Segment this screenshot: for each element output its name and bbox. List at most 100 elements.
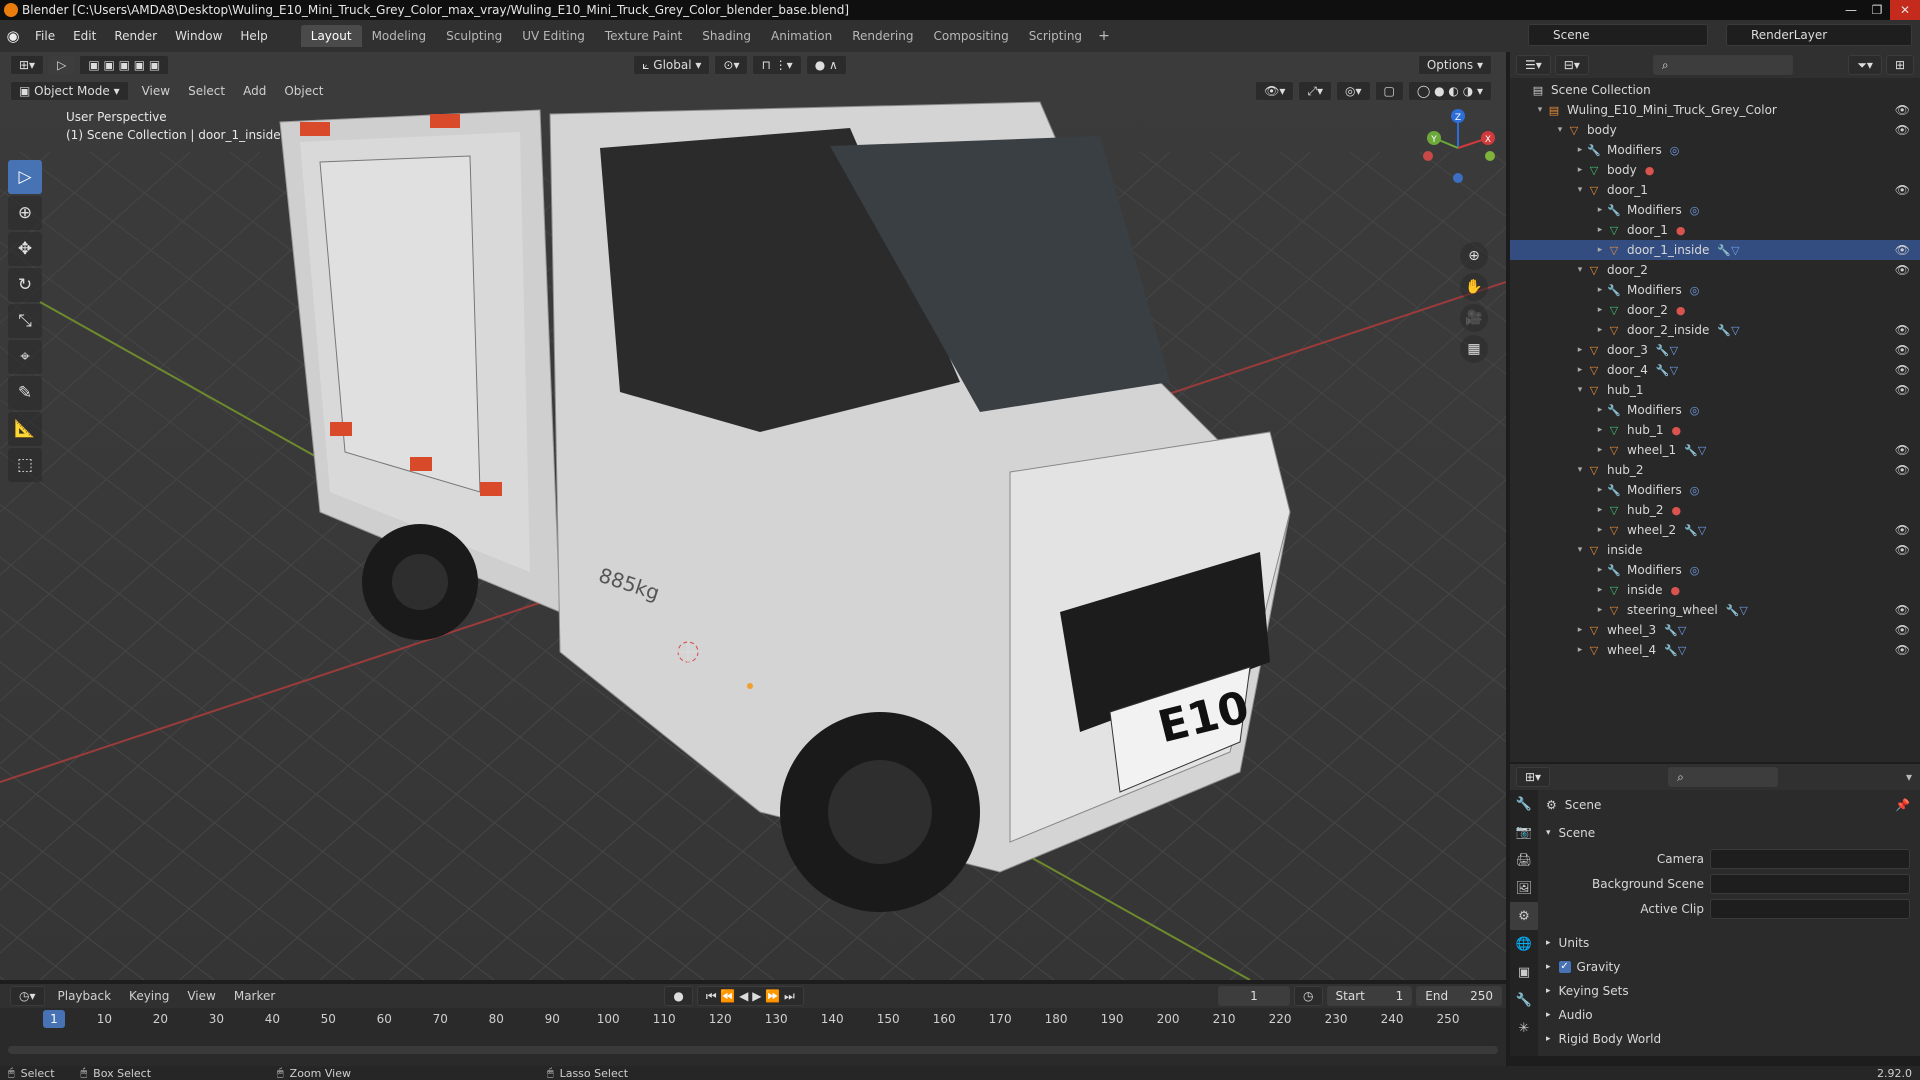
viewport-menu-add[interactable]: Add [234, 81, 275, 101]
options-button[interactable]: Options ▾ [1417, 55, 1492, 75]
expand-icon[interactable]: ▸ [1594, 225, 1606, 235]
outliner-row[interactable]: ▸ ▽ door_1 ● [1510, 220, 1920, 240]
outliner-row[interactable]: ▸ ▽ hub_2 ● [1510, 500, 1920, 520]
visibility-button[interactable]: 👁▾ [1255, 81, 1295, 101]
expand-icon[interactable]: ▸ [1594, 565, 1606, 575]
transform-tool[interactable]: ⌖ [8, 340, 42, 374]
timeline-menu-playback[interactable]: Playback [49, 986, 121, 1006]
visibility-eye-icon[interactable]: 👁 [1895, 363, 1910, 377]
visibility-eye-icon[interactable]: 👁 [1895, 383, 1910, 397]
expand-icon[interactable]: ▸ [1594, 325, 1606, 335]
start-frame-field[interactable]: Start 1 [1326, 986, 1413, 1006]
mode-selector[interactable]: ▣ Object Mode ▾ [10, 81, 129, 101]
outliner-row[interactable]: ▾ ▽ inside 👁 [1510, 540, 1920, 560]
visibility-eye-icon[interactable]: 👁 [1895, 523, 1910, 537]
expand-icon[interactable]: ▸ [1594, 425, 1606, 435]
outliner-row[interactable]: ▾ ▤ Wuling_E10_Mini_Truck_Grey_Color 👁 [1510, 100, 1920, 120]
editor-type-button[interactable]: ⊞▾ [10, 55, 45, 75]
outliner-row[interactable]: ▸ ▽ wheel_1 🔧▽ 👁 [1510, 440, 1920, 460]
timeline-menu-keying[interactable]: Keying [120, 986, 178, 1006]
collapse-icon[interactable]: ▾ [1574, 465, 1586, 475]
outliner-row[interactable]: ▾ ▽ door_2 👁 [1510, 260, 1920, 280]
outliner-display-mode[interactable]: ⊟▾ [1554, 55, 1589, 75]
expand-icon[interactable]: ▸ [1574, 365, 1586, 375]
visibility-eye-icon[interactable]: 👁 [1895, 183, 1910, 197]
outliner-row[interactable]: ▸ ▽ hub_1 ● [1510, 420, 1920, 440]
outliner-row[interactable]: ▸ ▽ steering_wheel 🔧▽ 👁 [1510, 600, 1920, 620]
proportional-button[interactable]: ● ∧ [805, 55, 847, 75]
select-box-tool[interactable]: ▷ [8, 160, 42, 194]
tab-uv-editing[interactable]: UV Editing [512, 25, 595, 47]
zoom-icon[interactable]: ⊕ [1460, 242, 1488, 270]
expand-icon[interactable]: ▸ [1574, 345, 1586, 355]
pivot-button[interactable]: ⊙▾ [714, 55, 749, 75]
tab-layout[interactable]: Layout [300, 25, 362, 47]
playhead[interactable]: 1 [43, 1010, 65, 1028]
visibility-eye-icon[interactable]: 👁 [1895, 603, 1910, 617]
outliner-row[interactable]: ▸ ▽ wheel_2 🔧▽ 👁 [1510, 520, 1920, 540]
expand-icon[interactable]: ▸ [1574, 145, 1586, 155]
outliner-row[interactable]: ▾ ▽ door_1 👁 [1510, 180, 1920, 200]
scale-tool[interactable]: ⤡ [8, 304, 42, 338]
properties-editor-type[interactable]: ⊞▾ [1516, 767, 1551, 787]
tab-texture-paint[interactable]: Texture Paint [595, 25, 692, 47]
menu-file[interactable]: File [26, 29, 64, 43]
timeline-ruler[interactable]: 10 20 30 40 50 60 70 80 90 100 110 120 130 140 150 160 1… [0, 1008, 1506, 1030]
particles-tab-icon[interactable]: ✳ [1510, 1014, 1538, 1042]
minimize-button[interactable]: — [1838, 0, 1864, 20]
tab-compositing[interactable]: Compositing [923, 25, 1018, 47]
expand-icon[interactable]: ▸ [1594, 205, 1606, 215]
filter-icon[interactable]: ⏷▾ [1848, 55, 1882, 75]
shading-buttons[interactable]: ◯ ● ◐ ◑ ▾ [1407, 81, 1492, 101]
expand-icon[interactable]: ▸ [1594, 285, 1606, 295]
panel-keying-sets[interactable]: ▸ Keying Sets [1538, 980, 1920, 1002]
outliner-search-input[interactable]: ⌕ [1652, 55, 1793, 75]
add-workspace-button[interactable]: + [1092, 28, 1116, 44]
truck-model[interactable] [279, 101, 1291, 912]
expand-icon[interactable]: ▸ [1594, 305, 1606, 315]
outliner-row[interactable]: ▸ ▽ door_2_inside 🔧▽ 👁 [1510, 320, 1920, 340]
outliner-row[interactable]: ▸ ▽ door_1_inside 🔧▽ 👁 [1510, 240, 1920, 260]
rotate-tool[interactable]: ↻ [8, 268, 42, 302]
end-frame-field[interactable]: End 250 [1416, 986, 1503, 1006]
blender-menu-icon[interactable]: ◉ [0, 20, 26, 52]
tab-sculpting[interactable]: Sculpting [436, 25, 512, 47]
move-tool[interactable]: ✥ [8, 232, 42, 266]
collapse-icon[interactable]: ▾ [1534, 105, 1546, 115]
output-tab-icon[interactable]: 🖨 [1510, 846, 1538, 874]
panel-units[interactable]: ▸ Units [1538, 932, 1920, 954]
gizmo-button[interactable]: ⤢▾ [1298, 81, 1333, 101]
expand-icon[interactable]: ▸ [1594, 445, 1606, 455]
property-field[interactable] [1710, 899, 1910, 919]
expand-icon[interactable]: ▸ [1594, 245, 1606, 255]
view-layer-selector[interactable]: RenderLayer [1726, 24, 1912, 46]
expand-icon[interactable]: ▸ [1594, 405, 1606, 415]
expand-icon[interactable]: ▸ [1594, 505, 1606, 515]
maximize-button[interactable]: ❐ [1864, 0, 1890, 20]
outliner-row[interactable]: ▾ ▽ hub_2 👁 [1510, 460, 1920, 480]
tab-animation[interactable]: Animation [761, 25, 842, 47]
record-button[interactable]: ● [664, 986, 693, 1006]
visibility-eye-icon[interactable]: 👁 [1895, 643, 1910, 657]
visibility-eye-icon[interactable]: 👁 [1895, 463, 1910, 477]
visibility-eye-icon[interactable]: 👁 [1895, 103, 1910, 117]
select-mode-button[interactable]: ▷ [48, 55, 76, 75]
gravity-checkbox[interactable]: ✓ [1558, 961, 1571, 973]
visibility-eye-icon[interactable]: 👁 [1895, 243, 1910, 257]
panel-audio[interactable]: ▸ Audio [1538, 1004, 1920, 1026]
outliner-row[interactable]: ▾ ▽ body 👁 [1510, 120, 1920, 140]
outliner-row[interactable]: ▸ ▽ inside ● [1510, 580, 1920, 600]
xray-button[interactable]: ▢ [1374, 81, 1404, 101]
panel-rigid-body-world[interactable]: ▸ Rigid Body World [1538, 1028, 1920, 1050]
timeline-menu-marker[interactable]: Marker [225, 986, 284, 1006]
outliner-row[interactable]: ▸ ▽ wheel_3 🔧▽ 👁 [1510, 620, 1920, 640]
render-tab-icon[interactable]: 📷 [1510, 818, 1538, 846]
tool-tab-icon[interactable]: 🔧 [1510, 790, 1538, 818]
timeline-editor-type[interactable]: ◷▾ [10, 986, 45, 1006]
scene-panel-header[interactable]: ▾ Scene [1538, 822, 1920, 844]
menu-render[interactable]: Render [105, 29, 166, 43]
tab-shading[interactable]: Shading [692, 25, 761, 47]
expand-icon[interactable]: ▸ [1594, 605, 1606, 615]
property-field[interactable] [1710, 874, 1910, 894]
properties-options-icon[interactable]: ▾ [1906, 770, 1912, 784]
